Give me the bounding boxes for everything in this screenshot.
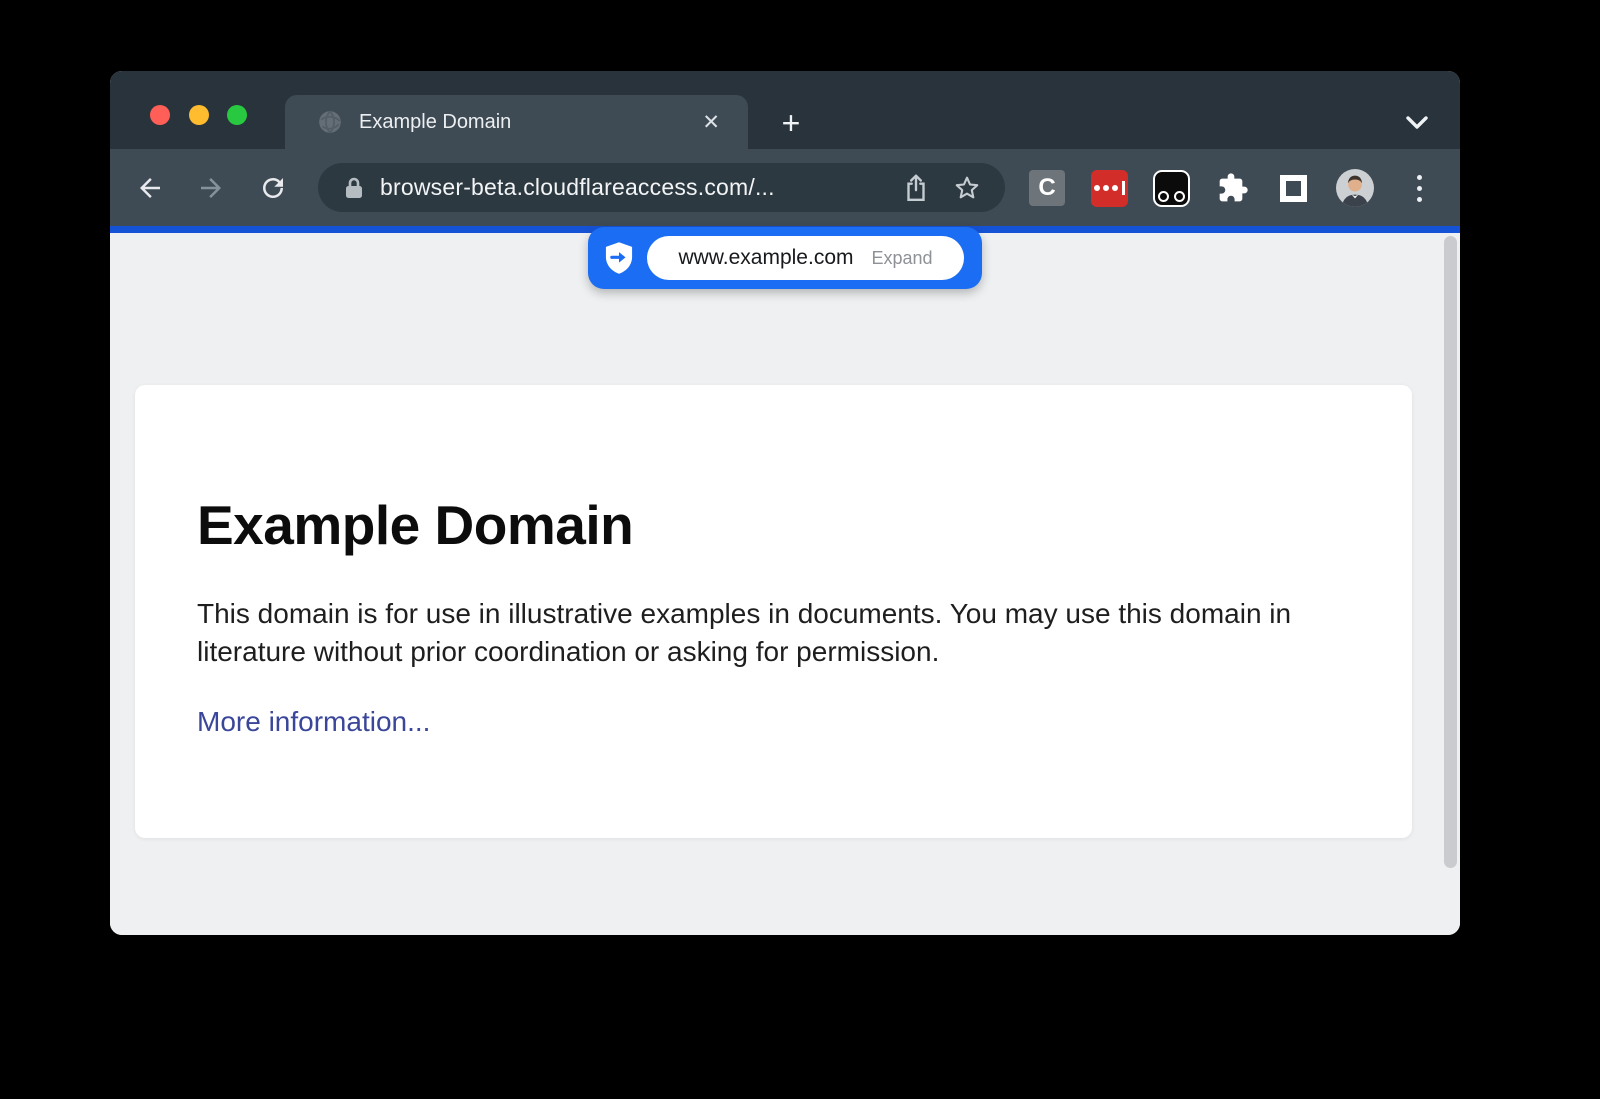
bookmark-star-icon[interactable] <box>953 174 981 202</box>
more-information-link[interactable]: More information... <box>197 706 430 738</box>
isolated-hostname: www.example.com <box>678 246 853 270</box>
forward-button[interactable] <box>194 171 228 205</box>
address-bar[interactable]: browser-beta.cloudflareaccess.com/... <box>318 163 1005 212</box>
tab-strip: Example Domain ✕ + <box>110 71 1460 149</box>
browser-window: Example Domain ✕ + <box>110 71 1460 935</box>
extensions-puzzle-icon[interactable] <box>1214 169 1252 207</box>
page-title: Example Domain <box>197 493 1342 557</box>
expand-button[interactable]: Expand <box>872 248 933 269</box>
content-card: Example Domain This domain is for use in… <box>135 385 1412 838</box>
shield-arrow-icon <box>603 241 635 275</box>
window-minimize-button[interactable] <box>189 105 209 125</box>
desktop-background: Example Domain ✕ + <box>0 0 1600 1099</box>
url-text: browser-beta.cloudflareaccess.com/... <box>380 174 903 201</box>
tab-example-domain[interactable]: Example Domain ✕ <box>285 95 748 149</box>
extension-binoculars-icon[interactable] <box>1152 169 1190 207</box>
isolation-url-pill[interactable]: www.example.com Expand <box>588 227 982 289</box>
page-paragraph: This domain is for use in illustrative e… <box>197 595 1342 672</box>
browser-menu-kebab-icon[interactable] <box>1400 169 1438 207</box>
back-button[interactable] <box>133 171 167 205</box>
window-close-button[interactable] <box>150 105 170 125</box>
extension-c-label: C <box>1038 174 1055 202</box>
lock-icon[interactable] <box>344 176 364 200</box>
browser-toolbar: browser-beta.cloudflareaccess.com/... C <box>110 149 1460 226</box>
vertical-scrollbar-thumb[interactable] <box>1444 236 1457 868</box>
isolation-hostname-pill[interactable]: www.example.com Expand <box>647 236 964 280</box>
side-panel-icon[interactable] <box>1274 169 1312 207</box>
extension-c-icon[interactable]: C <box>1028 169 1066 207</box>
tab-title: Example Domain <box>359 111 694 134</box>
tab-overview-chevron-down-icon[interactable] <box>1398 109 1436 137</box>
extension-password-manager-icon[interactable] <box>1090 169 1128 207</box>
page-viewport: www.example.com Expand Example Domain Th… <box>110 233 1460 935</box>
window-zoom-button[interactable] <box>227 105 247 125</box>
globe-favicon-icon <box>317 109 343 135</box>
new-tab-button[interactable]: + <box>770 104 812 142</box>
profile-avatar[interactable] <box>1336 169 1374 207</box>
tab-close-icon[interactable]: ✕ <box>694 108 728 137</box>
reload-button[interactable] <box>256 171 290 205</box>
share-icon[interactable] <box>903 173 929 203</box>
